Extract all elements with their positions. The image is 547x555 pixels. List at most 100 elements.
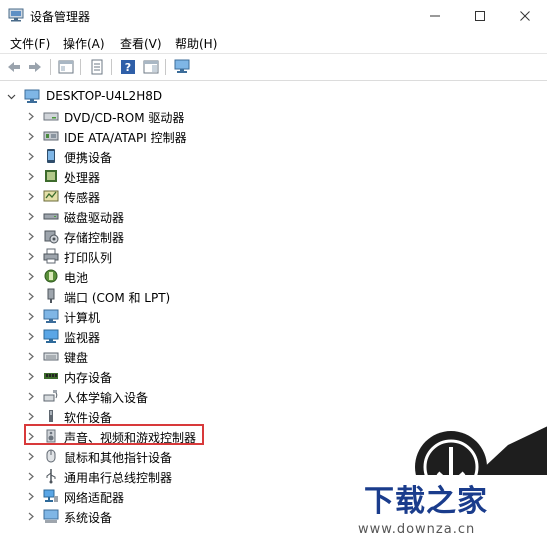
close-button[interactable]: [502, 0, 547, 31]
chevron-right-icon[interactable]: [26, 106, 36, 126]
tree-root[interactable]: DESKTOP-U4L2H8D: [0, 86, 300, 106]
window-title: 设备管理器: [30, 10, 91, 24]
hid-icon: [43, 390, 58, 402]
maximize-icon: [474, 10, 485, 21]
title-bar[interactable]: 设备管理器: [0, 0, 547, 31]
chevron-right-icon[interactable]: [26, 446, 36, 466]
portable-device-icon: [47, 149, 55, 163]
tree-item-label: 网络适配器: [64, 491, 125, 505]
tree-item-17[interactable]: 鼠标和其他指针设备: [0, 446, 330, 466]
menu-view[interactable]: 查看(V): [120, 35, 162, 52]
tree-item-label: IDE ATA/ATAPI 控制器: [64, 131, 187, 145]
chevron-right-icon[interactable]: [26, 286, 36, 306]
toolbar-divider: [165, 59, 166, 75]
chevron-right-icon[interactable]: [26, 466, 36, 486]
chevron-right-icon[interactable]: [26, 206, 36, 226]
chevron-right-icon[interactable]: [26, 386, 36, 406]
tree-item-label: 便携设备: [64, 151, 113, 165]
software-device-icon: [49, 410, 53, 422]
tree-item-label: 鼠标和其他指针设备: [64, 451, 173, 465]
tree-item-label: 通用串行总线控制器: [64, 471, 173, 485]
tree-item-14[interactable]: 人体学输入设备: [0, 386, 330, 406]
chevron-right-icon[interactable]: [26, 226, 36, 246]
tree-item-6[interactable]: 存储控制器: [0, 226, 330, 246]
tree-item-11[interactable]: 监视器: [0, 326, 330, 346]
tree-item-label: 电池: [64, 271, 89, 285]
tree-item-9[interactable]: 端口 (COM 和 LPT): [0, 286, 330, 306]
help-button[interactable]: ?: [119, 58, 137, 76]
tree-item-13[interactable]: 内存设备: [0, 366, 330, 386]
tree-item-2[interactable]: 便携设备: [0, 146, 330, 166]
scan-hardware-button[interactable]: [173, 58, 191, 76]
back-arrow-icon: [8, 62, 20, 72]
tree-item-5[interactable]: 磁盘驱动器: [0, 206, 330, 226]
tree-item-15[interactable]: 软件设备: [0, 406, 330, 426]
computer-icon: [43, 309, 59, 323]
chevron-right-icon[interactable]: [26, 126, 36, 146]
chevron-right-icon[interactable]: [26, 186, 36, 206]
device-manager-app-icon: [8, 8, 24, 22]
menu-action[interactable]: 操作(A): [63, 35, 105, 52]
printer-icon: [43, 248, 59, 264]
menu-bar: 文件(F) 操作(A) 查看(V) 帮助(H): [0, 31, 547, 53]
network-adapter-icon: [43, 489, 58, 502]
properties-button[interactable]: [88, 58, 106, 76]
tree-item-3[interactable]: 处理器: [0, 166, 330, 186]
tree-item-1[interactable]: IDE ATA/ATAPI 控制器: [0, 126, 330, 146]
tree-item-4[interactable]: 传感器: [0, 186, 330, 206]
disk-drive-icon: [43, 213, 59, 220]
chevron-right-icon[interactable]: [26, 326, 36, 346]
dvd-drive-icon: [43, 112, 59, 121]
back-button[interactable]: [5, 58, 23, 76]
show-hide-console-tree-button[interactable]: [57, 58, 75, 76]
tree-item-label: 端口 (COM 和 LPT): [64, 291, 171, 305]
monitor-scan-icon: [174, 59, 190, 73]
tree-item-8[interactable]: 电池: [0, 266, 330, 286]
menu-file[interactable]: 文件(F): [10, 35, 50, 52]
watermark-url: www.downza.cn: [358, 522, 476, 537]
chevron-right-icon[interactable]: [26, 346, 36, 366]
tree-item-12[interactable]: 键盘: [0, 346, 330, 366]
toolbar-divider: [111, 59, 112, 75]
toolbar: ?: [0, 54, 547, 81]
memory-icon: [44, 373, 58, 379]
chevron-right-icon[interactable]: [26, 146, 36, 166]
console-tree-icon: [58, 60, 74, 74]
minimize-button[interactable]: [412, 0, 457, 31]
chevron-right-icon[interactable]: [26, 166, 36, 186]
svg-text:?: ?: [125, 61, 131, 74]
tree-item-0[interactable]: DVD/CD-ROM 驱动器: [0, 106, 330, 126]
tree-item-label: 打印队列: [64, 251, 113, 265]
chevron-right-icon[interactable]: [26, 406, 36, 426]
forward-button[interactable]: [26, 58, 44, 76]
tree-item-18[interactable]: 通用串行总线控制器: [0, 466, 330, 486]
tree-item-10[interactable]: 计算机: [0, 306, 330, 326]
chevron-right-icon[interactable]: [26, 306, 36, 326]
tree-item-19[interactable]: 网络适配器: [0, 486, 330, 506]
action-pane-button[interactable]: [142, 58, 160, 76]
chevron-right-icon[interactable]: [26, 266, 36, 286]
chevron-right-icon[interactable]: [26, 506, 36, 526]
tree-item-label: 系统设备: [64, 511, 113, 525]
menu-help[interactable]: 帮助(H): [175, 35, 217, 52]
chevron-right-icon[interactable]: [26, 366, 36, 386]
chevron-right-icon[interactable]: [26, 246, 36, 266]
monitor-icon: [43, 329, 59, 343]
tree-item-label: 处理器: [64, 171, 101, 185]
minimize-icon: [429, 15, 440, 16]
chevron-down-icon[interactable]: [6, 86, 16, 106]
tree-item-20[interactable]: 系统设备: [0, 506, 330, 526]
watermark-title: 下载之家: [364, 484, 488, 519]
tree-item-label: 存储控制器: [64, 231, 125, 245]
usb-icon: [46, 469, 56, 484]
tree-item-label: 磁盘驱动器: [64, 211, 125, 225]
tree-item-label: 内存设备: [64, 371, 113, 385]
system-device-icon: [43, 509, 59, 523]
maximize-button[interactable]: [457, 0, 502, 31]
mouse-icon: [46, 449, 56, 463]
tree-item-7[interactable]: 打印队列: [0, 246, 330, 266]
chevron-right-icon[interactable]: [26, 486, 36, 506]
toolbar-divider: [50, 59, 51, 75]
forward-arrow-icon: [29, 62, 41, 72]
properties-icon: [91, 59, 103, 75]
